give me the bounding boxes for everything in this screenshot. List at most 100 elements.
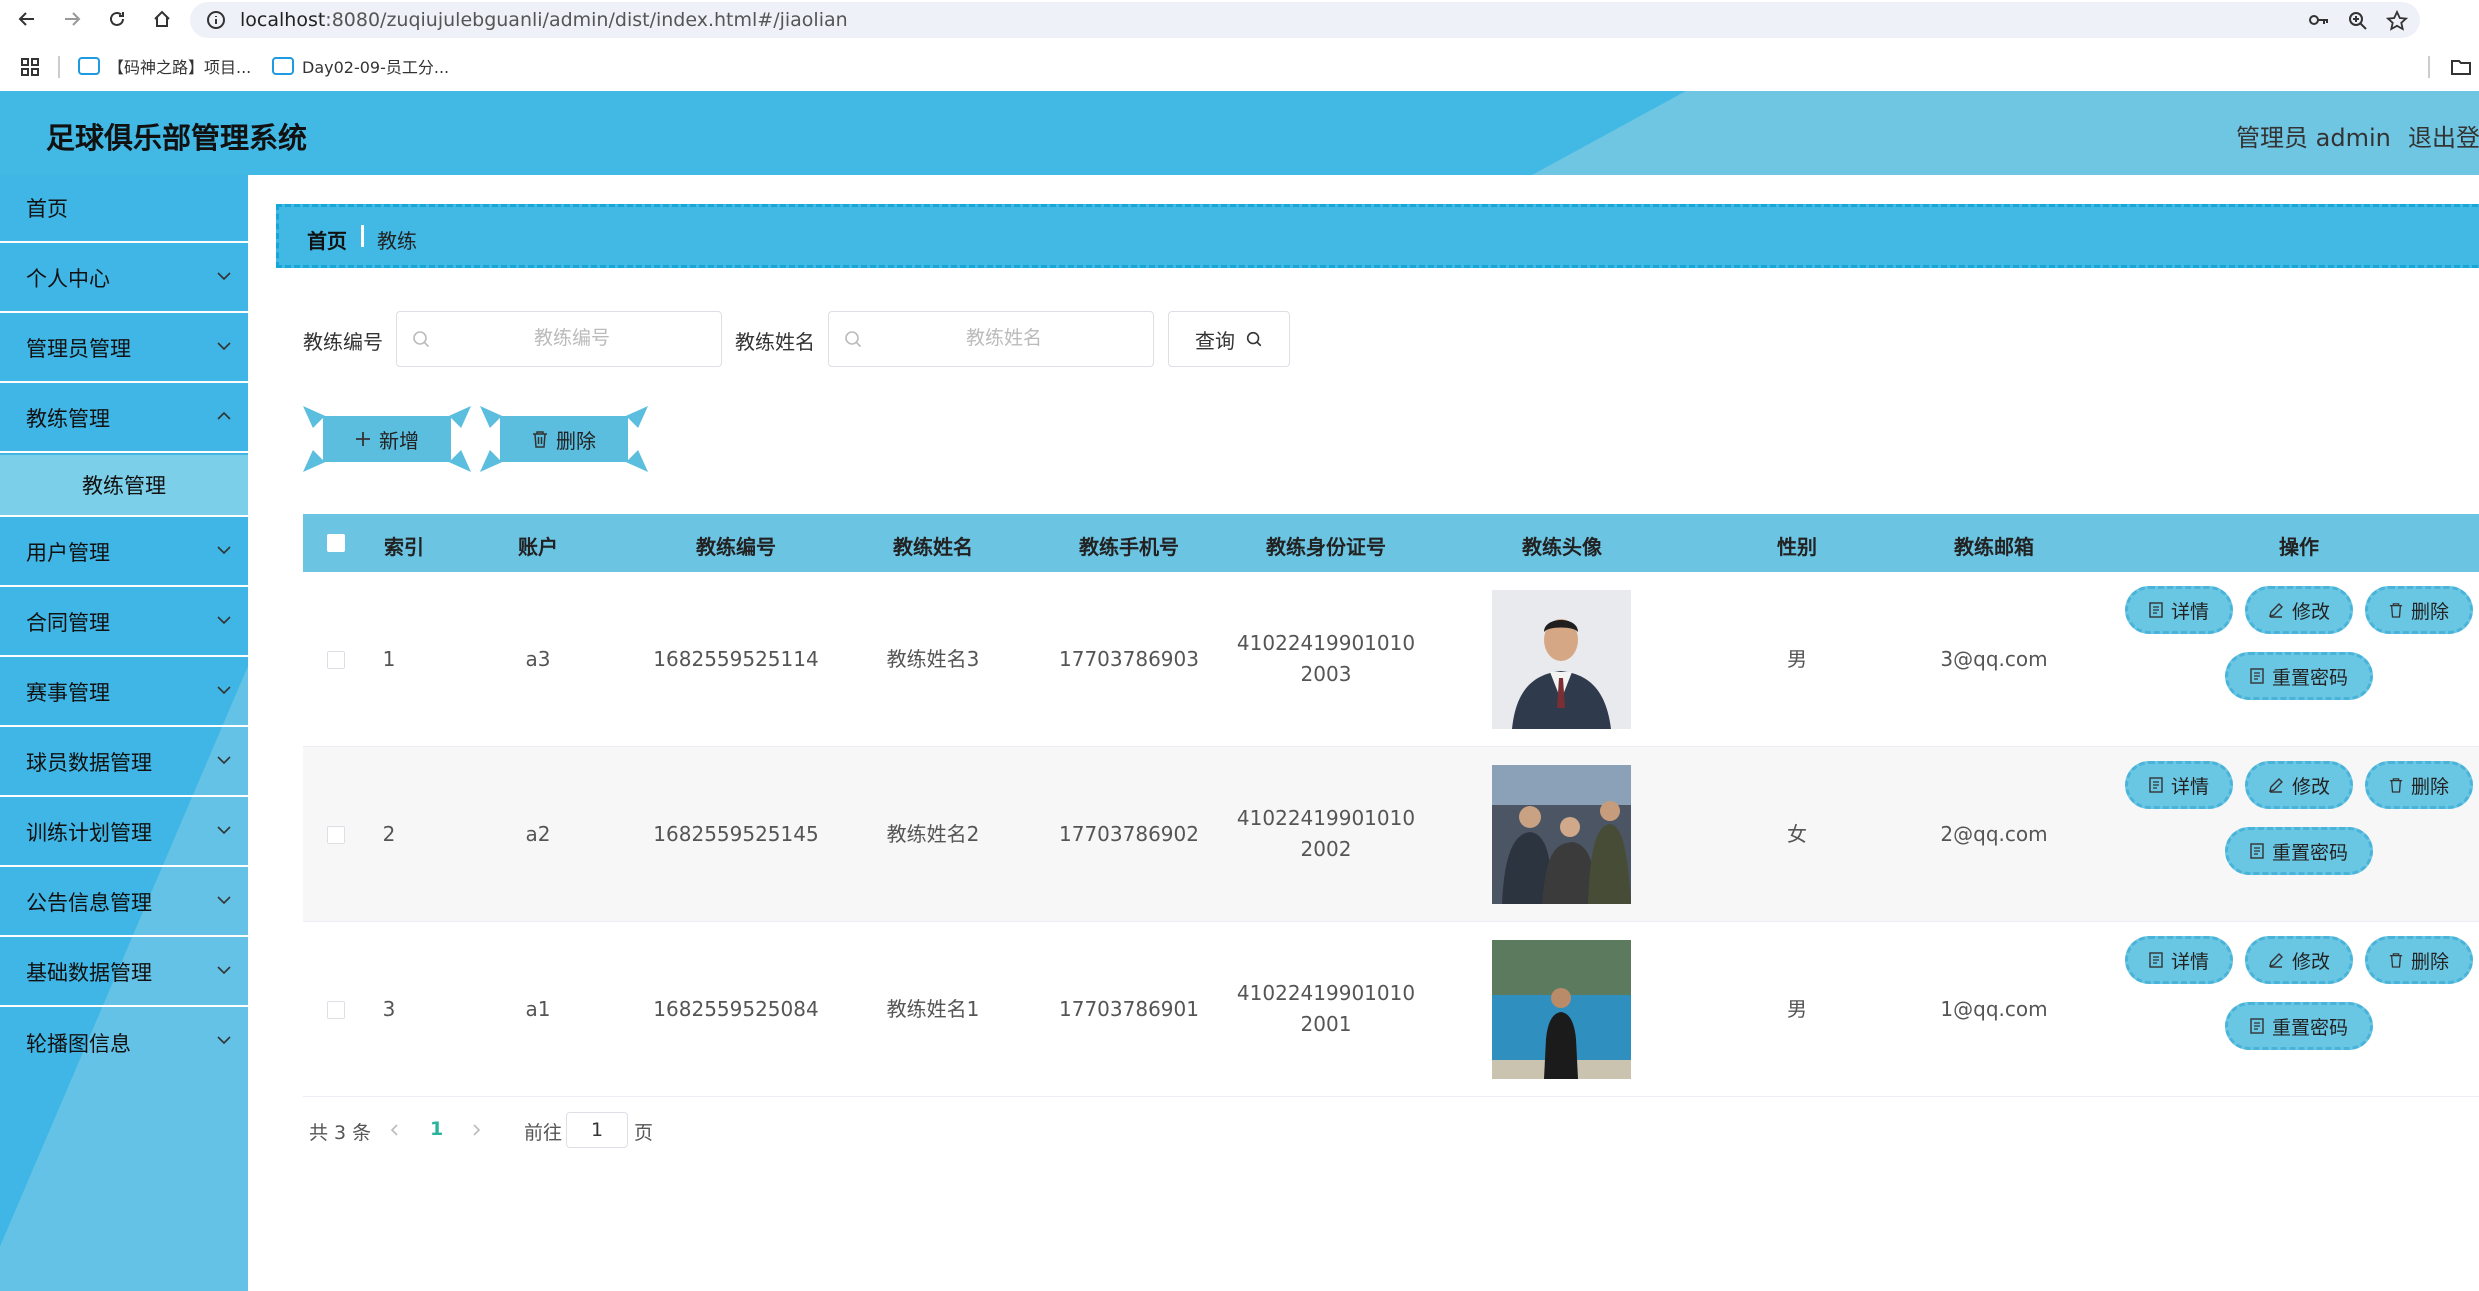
site-info-icon[interactable] bbox=[206, 10, 226, 30]
sidebar-item-label: 用户管理 bbox=[26, 541, 110, 565]
back-icon[interactable] bbox=[12, 4, 42, 34]
delete-label: 删除 bbox=[2410, 775, 2449, 798]
logout-link[interactable]: 退出登录 bbox=[2408, 118, 2479, 153]
delete-button[interactable]: 删除 bbox=[2365, 936, 2473, 984]
zoom-icon[interactable] bbox=[2348, 11, 2368, 31]
id-line-1: 41022419901010 bbox=[1236, 981, 1416, 1005]
detail-button[interactable]: 详情 bbox=[2125, 586, 2233, 634]
sidebar-item-coach[interactable]: 教练管理 bbox=[0, 385, 248, 453]
cell-email: 2@qq.com bbox=[1940, 822, 2048, 846]
edit-button[interactable]: 修改 bbox=[2245, 761, 2353, 809]
detail-button[interactable]: 详情 bbox=[2125, 761, 2233, 809]
breadcrumb-separator bbox=[361, 225, 364, 247]
coach-code-field[interactable] bbox=[396, 311, 722, 367]
delete-button[interactable]: 删除 bbox=[2365, 761, 2473, 809]
reset-password-button[interactable]: 重置密码 bbox=[2225, 827, 2373, 875]
goto-page-input[interactable]: 1 bbox=[566, 1112, 628, 1148]
bookmark-label: 【码神之路】项目... bbox=[108, 58, 252, 77]
trash-icon bbox=[2389, 778, 2403, 793]
select-all-checkbox[interactable] bbox=[327, 534, 345, 552]
sidebar-item-contracts[interactable]: 合同管理 bbox=[0, 589, 248, 657]
cell-id-number: 41022419901010 2002 bbox=[1237, 803, 1415, 865]
id-line-2: 2001 bbox=[1300, 1012, 1352, 1036]
query-button[interactable]: 查询 bbox=[1168, 311, 1290, 367]
document-icon bbox=[2250, 668, 2264, 684]
bookmark-item[interactable]: 【码神之路】项目... bbox=[78, 54, 251, 78]
sidebar-item-personal[interactable]: 个人中心 bbox=[0, 245, 248, 313]
header-avatar: 教练头像 bbox=[1522, 535, 1602, 559]
reload-icon[interactable] bbox=[102, 4, 132, 34]
reset-password-label: 重置密码 bbox=[2271, 1016, 2348, 1039]
table-row: 3 a1 1682559525084 教练姓名1 17703786901 410… bbox=[303, 922, 2479, 1097]
cell-name: 教练姓名2 bbox=[886, 822, 980, 846]
forward-icon[interactable] bbox=[57, 4, 87, 34]
breadcrumb-home[interactable]: 首页 bbox=[307, 225, 347, 254]
sidebar-item-label: 训练计划管理 bbox=[26, 821, 152, 845]
prev-page-icon[interactable] bbox=[389, 1123, 401, 1137]
admin-label: 管理员 admin bbox=[2236, 124, 2391, 152]
header-id-number: 教练身份证号 bbox=[1266, 535, 1386, 559]
app-header: 足球俱乐部管理系统 管理员 admin 退出登录 bbox=[0, 91, 2479, 175]
chevron-down-icon bbox=[217, 826, 231, 835]
search-icon bbox=[1246, 331, 1262, 347]
edit-label: 修改 bbox=[2291, 950, 2330, 973]
cell-name: 教练姓名3 bbox=[886, 647, 980, 671]
cell-index: 3 bbox=[382, 997, 396, 1021]
cell-gender: 女 bbox=[1787, 822, 1807, 846]
batch-delete-button[interactable]: 删除 bbox=[480, 406, 648, 472]
document-icon bbox=[2250, 1018, 2264, 1034]
sidebar-item-users[interactable]: 用户管理 bbox=[0, 519, 248, 587]
cell-account: a1 bbox=[525, 997, 551, 1021]
header-phone: 教练手机号 bbox=[1079, 535, 1179, 559]
sidebar-item-label: 公告信息管理 bbox=[26, 891, 152, 915]
add-button[interactable]: 新增 bbox=[303, 406, 471, 472]
sidebar-subitem-coach[interactable]: 教练管理 bbox=[0, 455, 248, 517]
coach-code-input[interactable] bbox=[437, 312, 707, 364]
header-account: 账户 bbox=[518, 535, 558, 559]
chevron-down-icon bbox=[217, 272, 231, 281]
table-row: 2 a2 1682559525145 教练姓名2 17703786902 410… bbox=[303, 747, 2479, 922]
detail-label: 详情 bbox=[2170, 775, 2209, 798]
bookmark-item[interactable]: Day02-09-员工分... bbox=[272, 54, 449, 78]
cell-email: 3@qq.com bbox=[1940, 647, 2048, 671]
sidebar-item-home[interactable]: 首页 bbox=[0, 175, 248, 243]
row-checkbox[interactable] bbox=[327, 1001, 345, 1019]
app-title: 足球俱乐部管理系统 bbox=[46, 121, 308, 155]
sidebar-item-player-data[interactable]: 球员数据管理 bbox=[0, 729, 248, 797]
header-index: 索引 bbox=[384, 535, 424, 559]
sidebar-item-admin[interactable]: 管理员管理 bbox=[0, 315, 248, 383]
sidebar-item-training[interactable]: 训练计划管理 bbox=[0, 799, 248, 867]
delete-button[interactable]: 删除 bbox=[2365, 586, 2473, 634]
apps-icon[interactable] bbox=[20, 57, 40, 77]
reset-password-button[interactable]: 重置密码 bbox=[2225, 1002, 2373, 1050]
browser-toolbar: localhost:8080/zuqiujulebguanli/admin/di… bbox=[0, 0, 2479, 38]
folder-icon[interactable] bbox=[2450, 58, 2472, 76]
detail-label: 详情 bbox=[2170, 600, 2209, 623]
document-icon bbox=[2149, 952, 2163, 968]
coach-name-input[interactable] bbox=[869, 312, 1139, 364]
sidebar-item-carousel[interactable]: 轮播图信息 bbox=[0, 1009, 248, 1077]
edit-button[interactable]: 修改 bbox=[2245, 936, 2353, 984]
next-page-icon[interactable] bbox=[470, 1123, 482, 1137]
sidebar-item-notices[interactable]: 公告信息管理 bbox=[0, 869, 248, 937]
sidebar-item-matches[interactable]: 赛事管理 bbox=[0, 659, 248, 727]
sidebar-item-label: 个人中心 bbox=[26, 267, 110, 291]
cell-gender: 男 bbox=[1787, 647, 1807, 671]
cell-index: 2 bbox=[382, 822, 396, 846]
detail-button[interactable]: 详情 bbox=[2125, 936, 2233, 984]
row-checkbox[interactable] bbox=[327, 651, 345, 669]
key-icon[interactable] bbox=[2308, 11, 2330, 29]
pagination-page-1[interactable]: 1 bbox=[430, 1118, 443, 1140]
page-suffix: 页 bbox=[634, 1122, 654, 1144]
row-checkbox[interactable] bbox=[327, 826, 345, 844]
plus-icon bbox=[356, 432, 370, 446]
star-icon[interactable] bbox=[2386, 10, 2408, 32]
home-icon[interactable] bbox=[147, 4, 177, 34]
edit-button[interactable]: 修改 bbox=[2245, 586, 2353, 634]
reset-password-button[interactable]: 重置密码 bbox=[2225, 652, 2373, 700]
edit-icon bbox=[2269, 953, 2283, 968]
coach-name-field[interactable] bbox=[828, 311, 1154, 367]
sidebar-item-base-data[interactable]: 基础数据管理 bbox=[0, 939, 248, 1007]
edit-label: 修改 bbox=[2291, 775, 2330, 798]
address-bar[interactable]: localhost:8080/zuqiujulebguanli/admin/di… bbox=[190, 2, 2420, 38]
